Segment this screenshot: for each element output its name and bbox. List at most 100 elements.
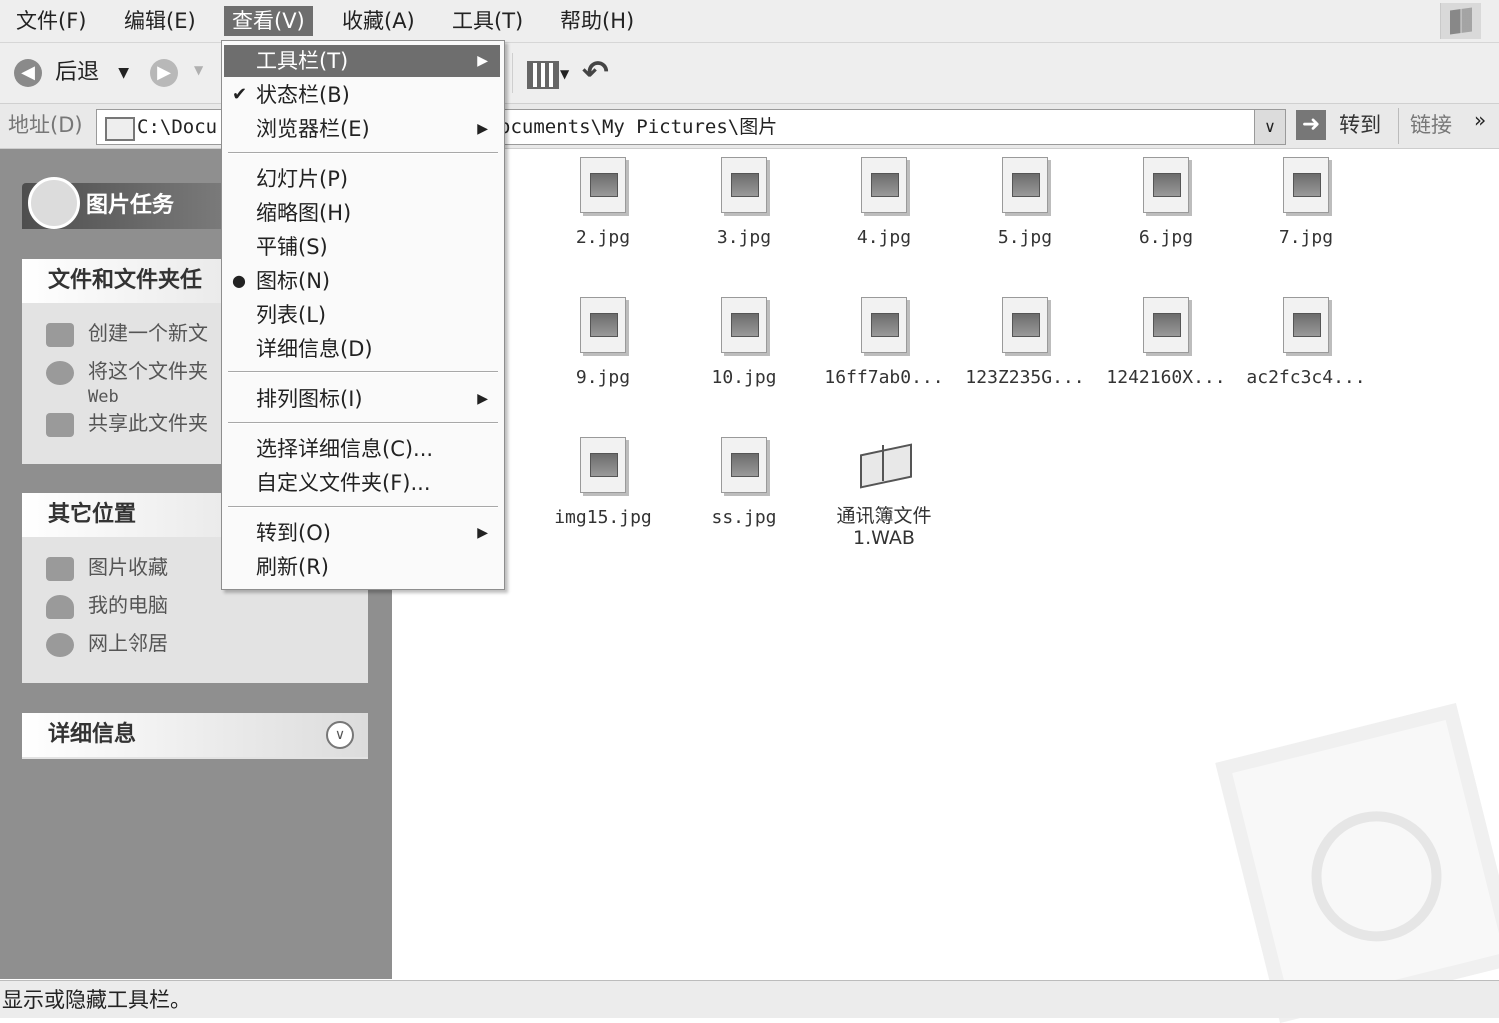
task-publish-web[interactable]: 将这个文件夹 <box>46 357 208 385</box>
checkmark-icon: ✔ <box>232 84 248 105</box>
menu-item-customize-folder[interactable]: 自定义文件夹(F)... <box>224 467 500 499</box>
file-item[interactable]: img15.jpg <box>533 437 673 529</box>
views-icon[interactable] <box>527 61 559 89</box>
file-name: 3.jpg <box>716 227 772 248</box>
menu-file[interactable]: 文件(F) <box>8 6 94 36</box>
menu-item-statusbar[interactable]: ✔ 状态栏(B) <box>224 79 500 111</box>
forward-dropdown-icon[interactable]: ▼ <box>194 63 203 77</box>
menu-item-details[interactable]: 详细信息(D) <box>224 333 500 365</box>
menu-item-refresh[interactable]: 刷新(R) <box>224 551 500 583</box>
back-arrow-icon: ◀ <box>14 59 42 87</box>
task-create-label: 创建一个新文 <box>88 321 208 345</box>
file-item[interactable]: 1242160X... <box>1096 297 1236 389</box>
task-publish-web-label[interactable]: Web <box>88 383 119 411</box>
file-name: 7.jpg <box>1278 227 1334 248</box>
menu-item-label: 图标(N) <box>256 269 331 293</box>
forward-button[interactable]: ▶ <box>150 59 178 87</box>
windows-logo-icon <box>1440 3 1481 39</box>
menu-item-choose-details[interactable]: 选择详细信息(C)... <box>224 433 500 465</box>
details-title: 详细信息 <box>22 713 368 757</box>
address-label: 地址(D) <box>8 113 83 137</box>
menu-tools[interactable]: 工具(T) <box>444 6 531 36</box>
place-network[interactable]: 网上邻居 <box>46 629 168 657</box>
toolbar-separator <box>512 53 513 93</box>
network-icon <box>46 632 74 657</box>
menu-item-toolbars[interactable]: 工具栏(T) ▶ <box>224 45 500 77</box>
expand-chevron-icon[interactable]: ∨ <box>326 721 354 749</box>
file-name: 通讯簿文件 1.WAB <box>836 505 932 549</box>
jpg-file-icon <box>721 157 767 213</box>
menu-item-tiles[interactable]: 平铺(S) <box>224 231 500 263</box>
jpg-file-icon <box>1283 157 1329 213</box>
globe-icon <box>46 360 74 385</box>
menu-view[interactable]: 查看(V) <box>224 6 313 36</box>
file-item[interactable]: 7.jpg <box>1236 157 1376 249</box>
back-dropdown-icon[interactable]: ▼ <box>118 65 129 81</box>
menu-item-label: 选择详细信息(C)... <box>256 437 434 461</box>
file-item[interactable]: 10.jpg <box>674 297 814 389</box>
address-dropdown-button[interactable]: ∨ <box>1254 110 1285 144</box>
place-picture-collection[interactable]: 图片收藏 <box>46 553 168 581</box>
details-panel[interactable]: 详细信息 ∨ <box>22 713 368 759</box>
task-create-folder[interactable]: 创建一个新文 <box>46 319 208 347</box>
menu-item-icons[interactable]: ● 图标(N) <box>224 265 500 297</box>
address-book-icon <box>854 437 914 491</box>
radio-bullet-icon: ● <box>232 271 246 290</box>
go-arrow-icon: ➜ <box>1296 110 1326 140</box>
place-my-computer[interactable]: 我的电脑 <box>46 591 168 619</box>
file-item[interactable]: 9.jpg <box>533 297 673 389</box>
status-bar: 显示或隐藏工具栏。 <box>0 980 1499 1018</box>
go-button[interactable]: ➜ 转到 <box>1296 110 1381 140</box>
menu-help[interactable]: 帮助(H) <box>552 6 642 36</box>
menu-item-label: 列表(L) <box>256 303 327 327</box>
menu-item-go-to[interactable]: 转到(O) ▶ <box>224 517 500 549</box>
file-item[interactable]: 通讯簿文件 1.WAB <box>814 437 954 549</box>
file-item[interactable]: ac2fc3c4... <box>1236 297 1376 389</box>
address-separator <box>1398 108 1399 144</box>
menu-item-label: 平铺(S) <box>256 235 328 259</box>
address-path-left: C:\Docu <box>137 116 218 138</box>
back-button[interactable]: ◀ 后退 ▼ <box>14 58 129 88</box>
file-name: ac2fc3c4... <box>1246 367 1366 388</box>
file-item[interactable]: ss.jpg <box>674 437 814 529</box>
jpg-file-icon <box>1002 297 1048 353</box>
menu-item-slideshow[interactable]: 幻灯片(P) <box>224 163 500 195</box>
file-item[interactable]: 5.jpg <box>955 157 1095 249</box>
jpg-file-icon <box>580 437 626 493</box>
file-name: 4.jpg <box>856 227 912 248</box>
menu-item-list[interactable]: 列表(L) <box>224 299 500 331</box>
file-item[interactable]: 6.jpg <box>1096 157 1236 249</box>
menu-separator <box>228 152 498 154</box>
new-folder-icon <box>46 322 74 347</box>
file-name: 16ff7ab0... <box>824 367 944 388</box>
file-item[interactable]: 4.jpg <box>814 157 954 249</box>
undo-icon[interactable]: ↶ <box>582 53 609 91</box>
file-item[interactable]: 2.jpg <box>533 157 673 249</box>
views-dropdown-icon[interactable]: ▼ <box>560 67 569 81</box>
menu-item-label: 详细信息(D) <box>256 337 373 361</box>
links-label[interactable]: 链接 <box>1410 110 1452 140</box>
menu-item-label: 自定义文件夹(F)... <box>256 471 431 495</box>
menu-item-label: 排列图标(I) <box>256 387 363 411</box>
file-item[interactable]: 3.jpg <box>674 157 814 249</box>
menu-item-label: 浏览器栏(E) <box>256 117 370 141</box>
menu-favorites[interactable]: 收藏(A) <box>334 6 423 36</box>
jpg-file-icon <box>580 297 626 353</box>
menu-separator <box>228 422 498 424</box>
picture-tasks-header[interactable]: 图片任务 <box>22 177 222 229</box>
menu-item-explorer-bar[interactable]: 浏览器栏(E) ▶ <box>224 113 500 145</box>
menu-item-label: 幻灯片(P) <box>256 167 349 191</box>
address-path-right: ocuments\My Pictures\图片 <box>499 116 778 138</box>
menu-item-label: 缩略图(H) <box>256 201 352 225</box>
jpg-file-icon <box>721 297 767 353</box>
menu-item-arrange-icons[interactable]: 排列图标(I) ▶ <box>224 383 500 415</box>
file-item[interactable]: 16ff7ab0... <box>814 297 954 389</box>
task-share-folder[interactable]: 共享此文件夹 <box>46 409 208 437</box>
file-item[interactable]: 123Z235G... <box>955 297 1095 389</box>
chevron-right-icon[interactable]: » <box>1474 108 1486 132</box>
share-folder-icon <box>46 412 74 437</box>
menu-edit[interactable]: 编辑(E) <box>116 6 204 36</box>
menu-item-thumbnails[interactable]: 缩略图(H) <box>224 197 500 229</box>
file-name: 6.jpg <box>1138 227 1194 248</box>
status-text: 显示或隐藏工具栏。 <box>2 988 191 1012</box>
